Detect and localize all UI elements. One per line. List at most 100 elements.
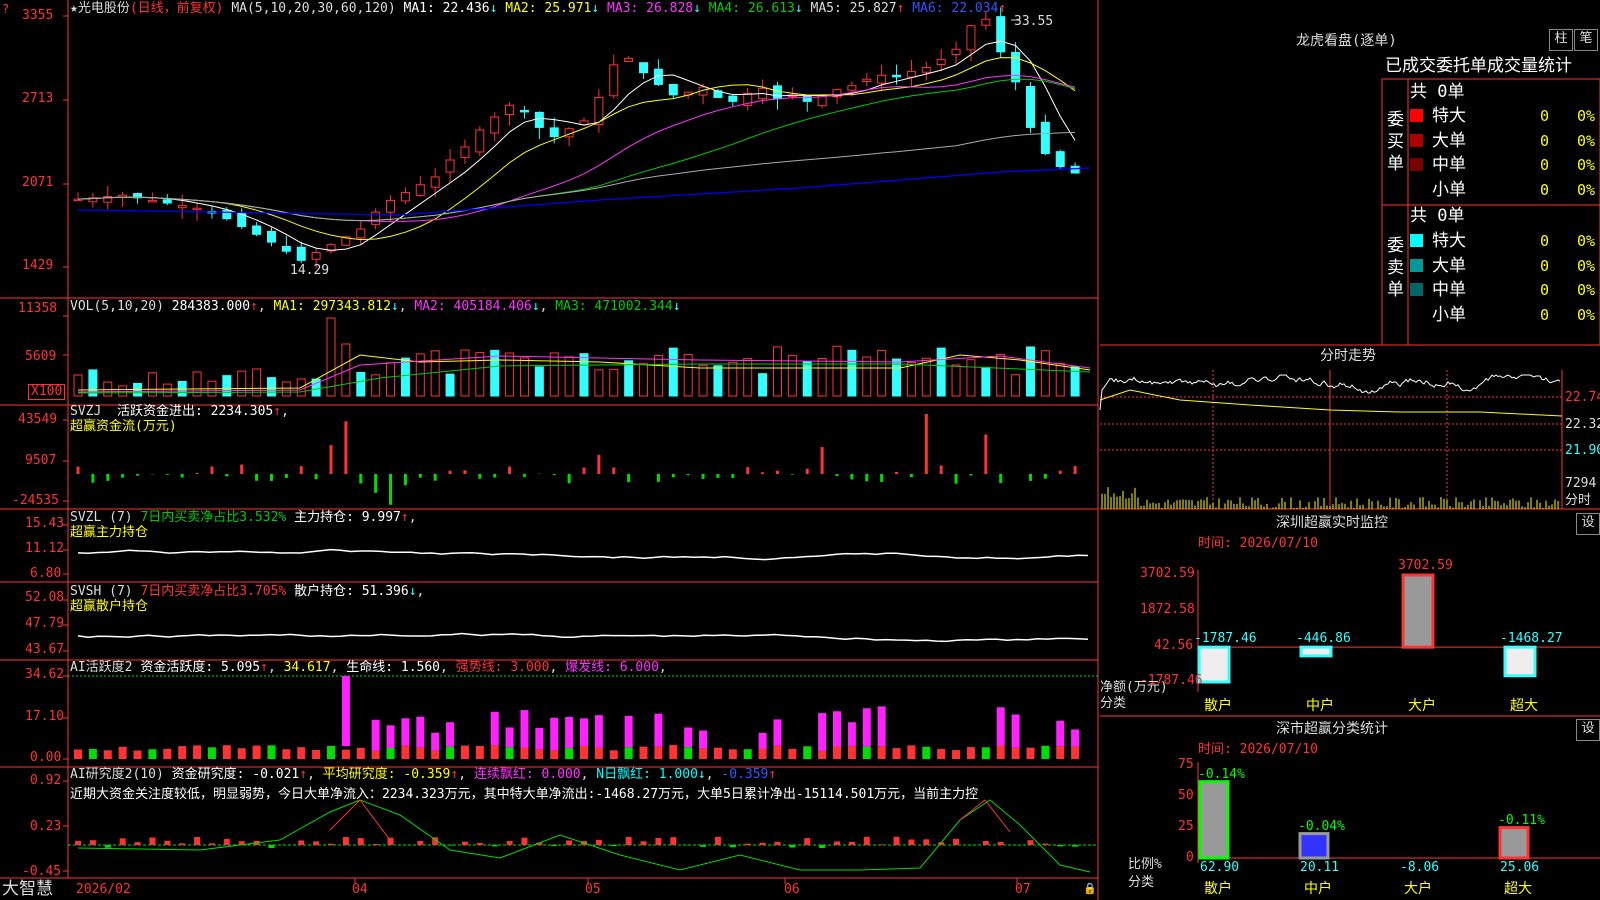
row-name: 中单 — [1432, 155, 1466, 175]
research-bar — [164, 840, 171, 845]
ai2-v2: 平均研究度: -0.359 — [322, 767, 451, 782]
activity-base-bar — [743, 749, 752, 759]
row-name: 特大 — [1432, 231, 1466, 251]
volume-bar — [951, 364, 961, 397]
fund-flow-bar — [240, 464, 244, 474]
volume-bar — [594, 369, 604, 397]
legend-swatch — [1410, 234, 1423, 247]
sz-class-bar-value: 25.06 — [1500, 860, 1540, 875]
ma2-value: MA2: 25.971 — [505, 1, 592, 16]
buy-row-value: 0 — [1540, 107, 1550, 125]
sz-class-settings-button[interactable]: 设 — [1576, 719, 1600, 741]
fund-flow-bar — [939, 465, 943, 474]
fund-flow-bar — [210, 466, 214, 474]
sz-class-y-label: 比例% — [1128, 857, 1162, 872]
svsh-value: 散户持仓: 51.396 — [294, 584, 409, 599]
vol-value: 284383.000 — [171, 299, 251, 314]
volume-bar — [728, 361, 738, 397]
volume-bar — [1011, 374, 1021, 397]
sz-class-category: 中户 — [1304, 881, 1332, 897]
kline-chart-area[interactable] — [0, 0, 1100, 900]
fund-flow-bar — [403, 474, 407, 486]
research-bar — [819, 845, 826, 848]
y-tick: 6.80 — [30, 566, 62, 581]
y-tick: 11358 — [18, 301, 58, 316]
candle-body — [981, 18, 991, 26]
vol-params: VOL(5,10,20) — [70, 299, 164, 314]
fund-flow-bar — [1028, 474, 1032, 481]
research-bar — [417, 840, 424, 845]
activity-bar — [684, 727, 693, 748]
question-icon[interactable]: ? — [2, 2, 9, 16]
ai1-title: AI活跃度2 — [70, 660, 133, 675]
fund-flow-bar — [255, 474, 259, 481]
research-bar — [982, 841, 989, 845]
candle-body — [1011, 51, 1021, 83]
candle-body — [862, 78, 872, 82]
candle-body — [177, 205, 187, 209]
volume-bar — [490, 349, 500, 397]
activity-base-bar — [1071, 746, 1080, 759]
stock-name[interactable]: ★光电股份 — [70, 1, 130, 16]
y-tick: 43.67 — [25, 642, 65, 657]
y-tick: 0 — [1186, 850, 1194, 865]
fund-flow-bar — [790, 474, 794, 475]
research-bar — [640, 841, 647, 845]
activity-bar — [699, 730, 708, 749]
ma-params: MA(5,10,20,30,60,120) — [231, 1, 396, 16]
row-name: 小单 — [1432, 179, 1466, 200]
activity-base-bar — [460, 745, 469, 759]
research-bar — [342, 837, 349, 845]
sz-monitor-y-label: 净额(万元) — [1100, 680, 1168, 695]
sell-row: 大单 — [1410, 256, 1466, 276]
fund-flow-bar — [552, 474, 556, 476]
activity-base-bar — [624, 747, 633, 759]
volume-bar — [892, 358, 902, 397]
sz-class-category: 散户 — [1204, 881, 1232, 897]
sz-monitor-bar — [1401, 573, 1435, 649]
fenshi-y-tick: 22.32 — [1565, 417, 1600, 432]
sz-class-bar-change: -0.14% — [1198, 766, 1245, 782]
research-line-green — [77, 799, 1091, 873]
bar-mode-button[interactable]: 柱 — [1549, 29, 1573, 51]
ai1-header: AI活跃度2 资金活跃度: 5.095↑, 34.617, 生命线: 1.560… — [70, 660, 667, 675]
vol-ma1: MA1: 297343.812 — [273, 299, 391, 314]
activity-base-bar — [728, 749, 737, 759]
lock-icon[interactable]: 🔒 — [1083, 882, 1097, 896]
y-tick: 11.12 — [25, 541, 65, 556]
sell-row: 中单 — [1410, 281, 1466, 300]
y-tick: 25 — [1178, 819, 1194, 834]
research-bar — [89, 840, 96, 845]
svzj-header: SVZJ 活跃资金进出: 2234.305↑, — [70, 404, 289, 419]
activity-bar — [594, 715, 603, 748]
sell-row-value: 0 — [1540, 281, 1550, 299]
svsh-label: 超赢散户持仓 — [70, 599, 149, 614]
buy-orders-label: 委买单 — [1387, 110, 1404, 174]
fund-flow-bar — [567, 474, 571, 484]
ma-line — [77, 78, 1076, 222]
sz-class-time: 时间: 2026/07/10 — [1198, 742, 1318, 757]
y-tick: 52.08 — [25, 590, 65, 605]
ai2-v3: 连续飘红: 0.000 — [473, 767, 581, 782]
candle-body — [1055, 151, 1065, 168]
sz-monitor-title: 深圳超赢实时监控 — [1276, 515, 1388, 531]
activity-base-bar — [550, 750, 559, 759]
fenshi-price-line — [1099, 374, 1561, 411]
candle-body — [296, 246, 306, 261]
activity-bar — [624, 715, 633, 748]
research-bar — [744, 843, 751, 845]
activity-base-bar — [163, 748, 172, 759]
volume-bar — [1040, 350, 1050, 397]
activity-base-bar — [639, 746, 648, 759]
fund-flow-bar — [880, 474, 884, 482]
tick-mode-button[interactable]: 笔 — [1574, 29, 1598, 51]
fund-flow-bar — [612, 467, 616, 474]
candle-body — [475, 129, 485, 153]
activity-base-bar — [922, 746, 931, 759]
brand-logo[interactable]: 大智慧 — [2, 880, 53, 899]
sell-orders-label: 委卖单 — [1387, 236, 1404, 300]
y-tick: 9507 — [25, 453, 57, 468]
volume-bar — [460, 349, 470, 397]
buy-row-pct: 0% — [1577, 156, 1596, 174]
sz-monitor-settings-button[interactable]: 设 — [1576, 513, 1600, 535]
